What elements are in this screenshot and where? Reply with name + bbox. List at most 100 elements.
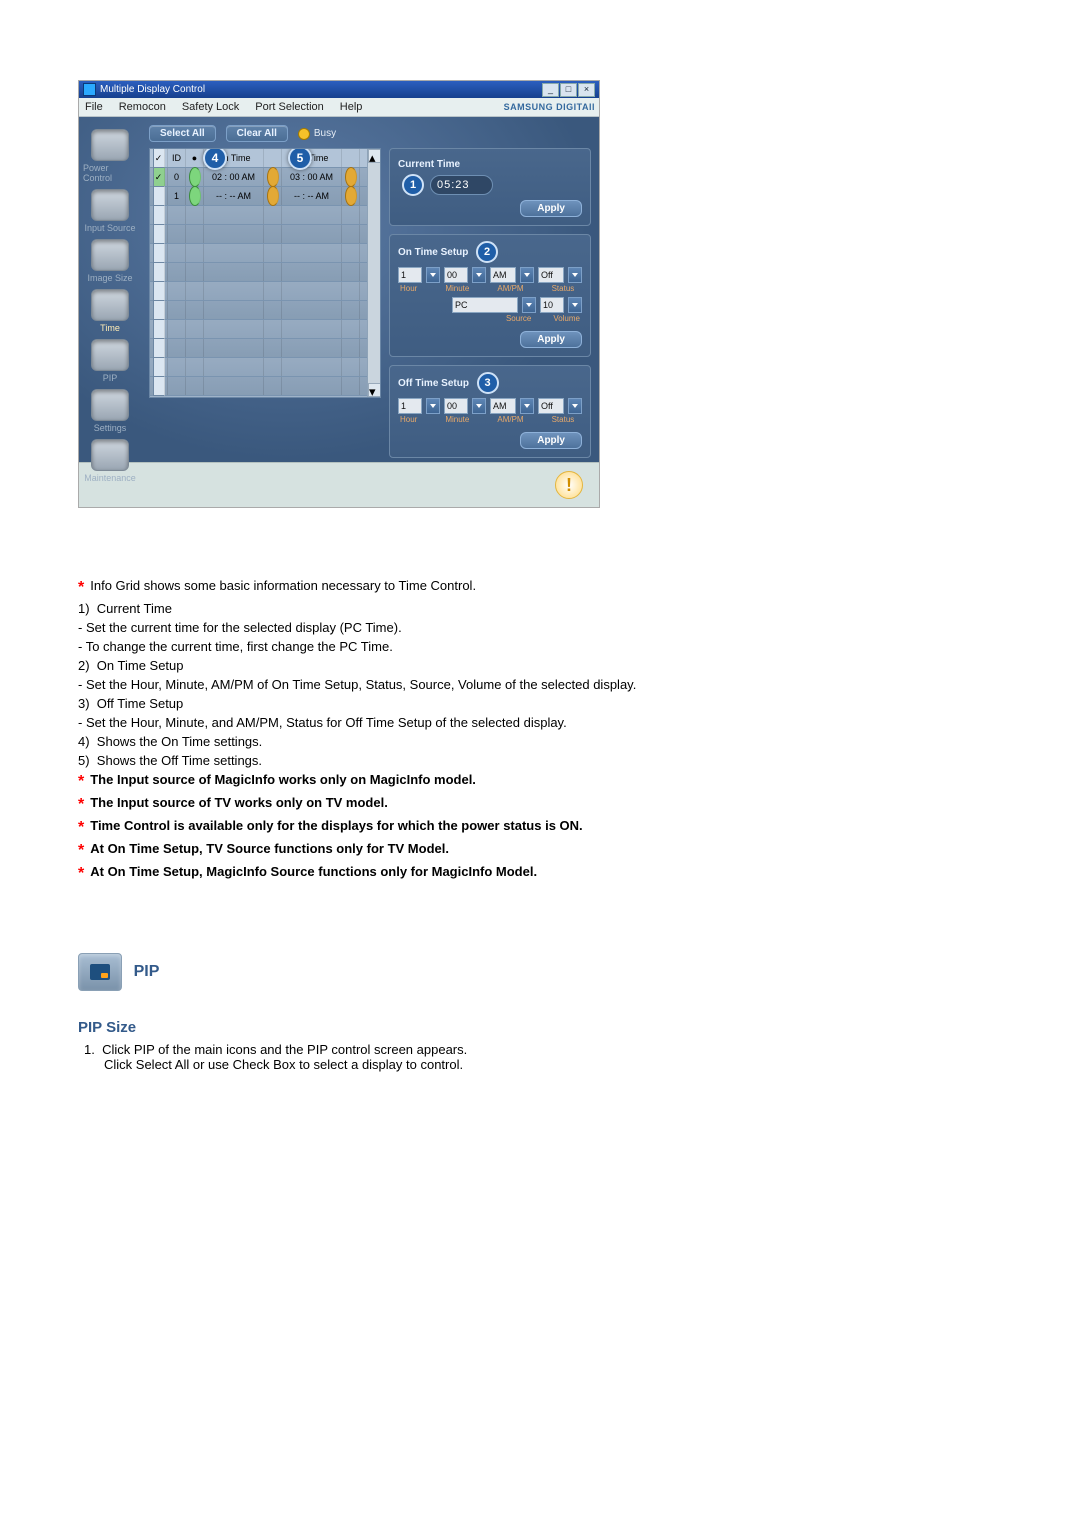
off-status-select[interactable]: Off — [538, 398, 564, 414]
cell-on-time: 02 : 00 AM — [204, 168, 264, 186]
select-all-button[interactable]: Select All — [149, 125, 216, 142]
scroll-down-button[interactable]: ▾ — [368, 383, 381, 397]
n1b: - To change the current time, first chan… — [78, 639, 1002, 654]
star-icon: * — [78, 819, 84, 836]
row-checkbox[interactable] — [153, 186, 165, 206]
row-checkbox[interactable] — [153, 338, 165, 358]
window-titlebar: Multiple Display Control _ □ × — [79, 81, 599, 98]
grid-row — [150, 225, 380, 244]
cell-on-time: -- : -- AM — [204, 187, 264, 205]
chevron-down-icon[interactable] — [426, 398, 440, 414]
status-bar: ! — [79, 462, 599, 507]
on-hour-select[interactable]: 1 — [398, 267, 422, 283]
grid-row — [150, 301, 380, 320]
chevron-down-icon[interactable] — [472, 398, 486, 414]
row-checkbox[interactable] — [153, 376, 165, 396]
apply-on-time-button[interactable]: Apply — [520, 331, 582, 348]
cell-id: 1 — [168, 187, 186, 205]
apply-current-time-button[interactable]: Apply — [520, 200, 582, 217]
chevron-down-icon[interactable] — [520, 398, 534, 414]
star-icon: * — [78, 865, 84, 882]
time-icon — [91, 289, 129, 321]
grid-row — [150, 377, 380, 396]
n1a: - Set the current time for the selected … — [78, 620, 1002, 635]
on-source-select[interactable]: PC — [452, 297, 518, 313]
maintenance-icon — [91, 439, 129, 471]
sidebar-item-label: Maintenance — [84, 473, 136, 483]
row-checkbox[interactable] — [153, 262, 165, 282]
menu-remocon[interactable]: Remocon — [117, 101, 168, 113]
sidebar-item-pip[interactable]: PIP — [91, 339, 129, 383]
row-checkbox[interactable]: ✓ — [153, 167, 165, 187]
off-status-dot-icon — [345, 186, 357, 206]
n2a: - Set the Hour, Minute, AM/PM of On Time… — [78, 677, 1002, 692]
grid-row[interactable]: 1 -- : -- AM -- : -- AM — [150, 187, 380, 206]
off-status-dot-icon — [345, 167, 357, 187]
sidebar-item-settings[interactable]: Settings — [91, 389, 129, 433]
n1: Current Time — [97, 601, 172, 616]
on-ampm-select[interactable]: AM — [490, 267, 516, 283]
row-checkbox[interactable] — [153, 319, 165, 339]
on-minute-select[interactable]: 00 — [444, 267, 468, 283]
header-checkbox[interactable]: ✓ — [153, 148, 165, 168]
sidebar-item-label: Input Source — [84, 223, 135, 233]
row-checkbox[interactable] — [153, 281, 165, 301]
pip-section-icon — [78, 953, 122, 991]
menu-safety-lock[interactable]: Safety Lock — [180, 101, 241, 113]
row-checkbox[interactable] — [153, 224, 165, 244]
chevron-down-icon[interactable] — [568, 398, 582, 414]
sidebar-item-power-control[interactable]: Power Control — [83, 129, 137, 183]
n3: Off Time Setup — [97, 696, 183, 711]
clear-all-button[interactable]: Clear All — [226, 125, 288, 142]
on-status-select[interactable]: Off — [538, 267, 564, 283]
star-icon: * — [78, 796, 84, 813]
settings-icon — [91, 389, 129, 421]
busy-indicator: Busy — [298, 128, 336, 140]
doc-text: *Info Grid shows some basic information … — [78, 578, 1002, 883]
n3a: - Set the Hour, Minute, and AM/PM, Statu… — [78, 715, 1002, 730]
grid-row[interactable]: ✓ 0 02 : 00 AM 03 : 00 AM — [150, 168, 380, 187]
chevron-down-icon[interactable] — [472, 267, 486, 283]
sidebar: Power Control Input Source Image Size Ti… — [79, 117, 141, 462]
current-time-panel: Current Time 1 05:23 Apply — [389, 148, 591, 226]
grid-row — [150, 358, 380, 377]
grid-scrollbar[interactable]: ▴ ▾ — [367, 149, 380, 397]
row-checkbox[interactable] — [153, 205, 165, 225]
col-id: ID — [168, 149, 186, 167]
grid-row — [150, 339, 380, 358]
chevron-down-icon[interactable] — [568, 267, 582, 283]
apply-off-time-button[interactable]: Apply — [520, 432, 582, 449]
sidebar-item-image-size[interactable]: Image Size — [87, 239, 132, 283]
off-ampm-select[interactable]: AM — [490, 398, 516, 414]
row-checkbox[interactable] — [153, 300, 165, 320]
on-status-dot-icon — [267, 186, 279, 206]
off-minute-select[interactable]: 00 — [444, 398, 468, 414]
row-checkbox[interactable] — [153, 243, 165, 263]
grid-row — [150, 244, 380, 263]
menu-file[interactable]: File — [83, 101, 105, 113]
on-volume-select[interactable]: 10 — [540, 297, 564, 313]
chevron-down-icon[interactable] — [520, 267, 534, 283]
window-maximize-button[interactable]: □ — [560, 83, 577, 97]
star-icon: * — [78, 773, 84, 790]
menu-help[interactable]: Help — [338, 101, 365, 113]
chevron-down-icon[interactable] — [426, 267, 440, 283]
sidebar-item-input-source[interactable]: Input Source — [84, 189, 135, 233]
label-status: Status — [552, 284, 575, 293]
sidebar-item-maintenance[interactable]: Maintenance — [84, 439, 136, 483]
sidebar-item-time[interactable]: Time — [91, 289, 129, 333]
chevron-down-icon[interactable] — [522, 297, 536, 313]
chevron-down-icon[interactable] — [568, 297, 582, 313]
window-close-button[interactable]: × — [578, 83, 595, 97]
window-minimize-button[interactable]: _ — [542, 83, 559, 97]
b1: The Input source of MagicInfo works only… — [90, 772, 476, 787]
b2: The Input source of TV works only on TV … — [90, 795, 388, 810]
off-hour-select[interactable]: 1 — [398, 398, 422, 414]
menu-port-selection[interactable]: Port Selection — [253, 101, 325, 113]
row-checkbox[interactable] — [153, 357, 165, 377]
app-icon — [83, 83, 96, 96]
image-size-icon — [91, 239, 129, 271]
scroll-up-button[interactable]: ▴ — [368, 149, 381, 163]
off-time-setup-panel: Off Time Setup 3 1 00 AM Off Hour Minute… — [389, 365, 591, 458]
panel-title: On Time Setup — [398, 247, 468, 258]
